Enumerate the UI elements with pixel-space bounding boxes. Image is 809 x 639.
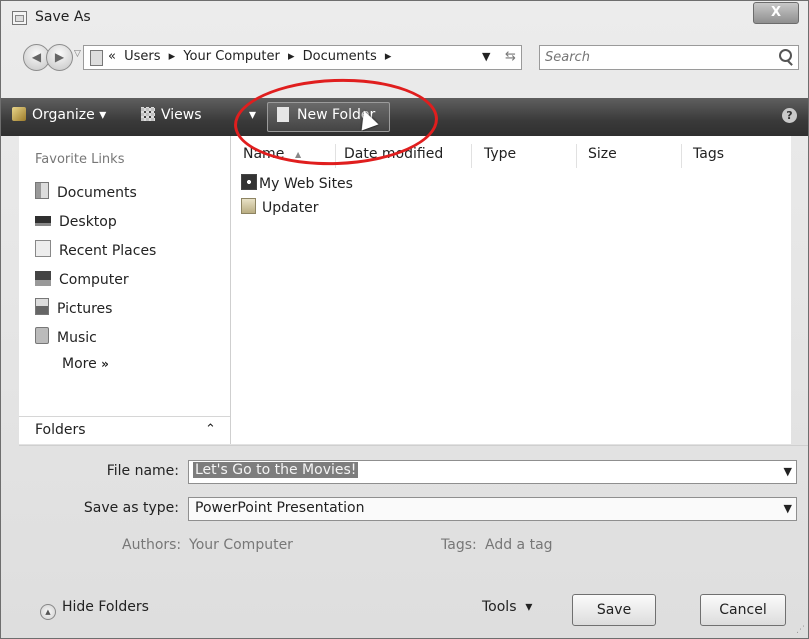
sidebar-item-label: Music xyxy=(57,330,97,346)
organize-menu[interactable]: Organize ▾ xyxy=(12,107,106,123)
breadcrumb-separator[interactable]: ▸ xyxy=(385,49,392,64)
file-item-updater[interactable]: Updater xyxy=(241,198,318,216)
chevron-down-icon: ▾ xyxy=(525,599,533,615)
resize-grip[interactable]: ⋰ xyxy=(796,625,805,635)
file-name: My Web Sites xyxy=(259,176,353,192)
sidebar-item-label: Recent Places xyxy=(59,243,157,259)
pictures-icon xyxy=(35,298,49,315)
column-divider[interactable] xyxy=(576,144,577,168)
folders-toggle[interactable]: Folders ⌃ xyxy=(19,416,230,445)
search-icon[interactable] xyxy=(779,49,792,62)
breadcrumb: « Users ▸ Your Computer ▸ Documents ▸ xyxy=(108,49,395,64)
refresh-icon[interactable]: ⇆ xyxy=(505,49,516,64)
folder-location-icon xyxy=(90,50,103,66)
organize-label: Organize xyxy=(32,107,95,123)
sidebar-item-music[interactable]: Music xyxy=(35,327,97,349)
column-header-tags[interactable]: Tags xyxy=(693,146,724,168)
views-menu[interactable]: Views xyxy=(141,107,202,123)
chevron-down-icon[interactable]: ▼ xyxy=(784,502,792,515)
breadcrumb-your-computer[interactable]: Your Computer xyxy=(183,49,280,64)
help-icon[interactable]: ? xyxy=(782,108,797,123)
breadcrumb-separator[interactable]: ▸ xyxy=(169,49,176,64)
file-name: Updater xyxy=(262,200,319,216)
more-label: More xyxy=(62,356,97,372)
documents-icon xyxy=(35,182,49,199)
address-row: ◀ ▶ ▽ « Users ▸ Your Computer ▸ Document… xyxy=(1,41,808,71)
forward-button[interactable]: ▶ xyxy=(46,44,73,71)
authors-value[interactable]: Your Computer xyxy=(189,537,293,553)
pane-divider xyxy=(19,445,808,446)
music-icon xyxy=(35,327,49,344)
column-header-type[interactable]: Type xyxy=(484,146,516,168)
sidebar-item-label: Documents xyxy=(57,185,137,201)
breadcrumb-users[interactable]: Users xyxy=(124,49,160,64)
close-button[interactable]: X xyxy=(753,2,799,24)
sidebar-item-label: Computer xyxy=(59,272,129,288)
file-list: ▲ Name Date modified Type Size Tags My We… xyxy=(231,136,791,444)
column-divider[interactable] xyxy=(471,144,472,168)
collapse-icon: ▲ xyxy=(40,604,56,620)
breadcrumb-separator[interactable]: ▸ xyxy=(288,49,295,64)
web-folder-icon xyxy=(241,174,257,190)
computer-icon xyxy=(35,271,51,286)
sidebar-item-computer[interactable]: Computer xyxy=(35,269,129,291)
views-icon xyxy=(141,107,155,121)
chevron-up-icon[interactable]: ⌃ xyxy=(205,422,216,437)
save-as-type-select[interactable]: PowerPoint Presentation ▼ xyxy=(188,497,797,521)
sidebar-item-label: Pictures xyxy=(57,301,113,317)
chevron-down-icon: ▾ xyxy=(99,107,107,123)
more-links-button[interactable]: More » xyxy=(62,356,109,372)
hide-folders-button[interactable]: ▲ Hide Folders xyxy=(40,599,149,620)
search-input[interactable] xyxy=(543,48,762,67)
more-chevron-icon: » xyxy=(101,357,109,371)
sidebar-item-recent-places[interactable]: Recent Places xyxy=(35,240,156,262)
file-name-label: File name: xyxy=(106,463,179,479)
favorite-links-title: Favorite Links xyxy=(35,152,125,167)
save-as-type-label: Save as type: xyxy=(83,500,179,516)
authors-label: Authors: xyxy=(122,537,182,553)
search-box[interactable] xyxy=(539,45,799,70)
desktop-icon xyxy=(35,216,51,226)
tools-label: Tools xyxy=(482,599,517,615)
tools-menu[interactable]: Tools ▾ xyxy=(482,599,532,615)
tags-label: Tags: xyxy=(441,537,477,553)
views-label: Views xyxy=(161,107,202,123)
dialog-icon xyxy=(12,11,27,25)
folders-label: Folders xyxy=(35,422,86,438)
cancel-button[interactable]: Cancel xyxy=(700,594,786,626)
file-name-field[interactable]: Let's Go to the Movies! ▼ xyxy=(188,460,797,484)
recent-places-icon xyxy=(35,240,51,257)
column-divider[interactable] xyxy=(681,144,682,168)
save-button[interactable]: Save xyxy=(572,594,656,626)
tags-value[interactable]: Add a tag xyxy=(485,537,553,553)
window-title: Save As xyxy=(35,9,91,25)
address-dropdown-icon[interactable]: ▼ xyxy=(482,50,490,63)
sidebar-item-pictures[interactable]: Pictures xyxy=(35,298,112,320)
recent-pages-dropdown[interactable]: ▽ xyxy=(74,49,81,59)
hide-folders-label: Hide Folders xyxy=(62,599,149,615)
folder-icon xyxy=(241,198,256,214)
breadcrumb-documents[interactable]: Documents xyxy=(303,49,377,64)
sidebar-item-label: Desktop xyxy=(59,214,117,230)
sidebar-item-desktop[interactable]: Desktop xyxy=(35,211,117,233)
title-bar: Save As X xyxy=(1,1,808,35)
file-name-value[interactable]: Let's Go to the Movies! xyxy=(193,462,359,478)
chevron-down-icon[interactable]: ▼ xyxy=(784,465,792,478)
breadcrumb-overflow[interactable]: « xyxy=(108,49,116,64)
column-header-size[interactable]: Size xyxy=(588,146,617,168)
save-as-type-value: PowerPoint Presentation xyxy=(195,500,365,516)
sidebar-item-documents[interactable]: Documents xyxy=(35,182,137,204)
file-item-my-web-sites[interactable]: My Web Sites xyxy=(241,174,353,192)
organize-icon xyxy=(12,107,26,121)
address-bar[interactable]: « Users ▸ Your Computer ▸ Documents ▸ ▼ … xyxy=(83,45,522,70)
save-as-dialog: Save As X ◀ ▶ ▽ « Users ▸ Your Computer … xyxy=(0,0,809,639)
navigation-pane: Favorite Links Documents Desktop Recent … xyxy=(19,136,231,444)
